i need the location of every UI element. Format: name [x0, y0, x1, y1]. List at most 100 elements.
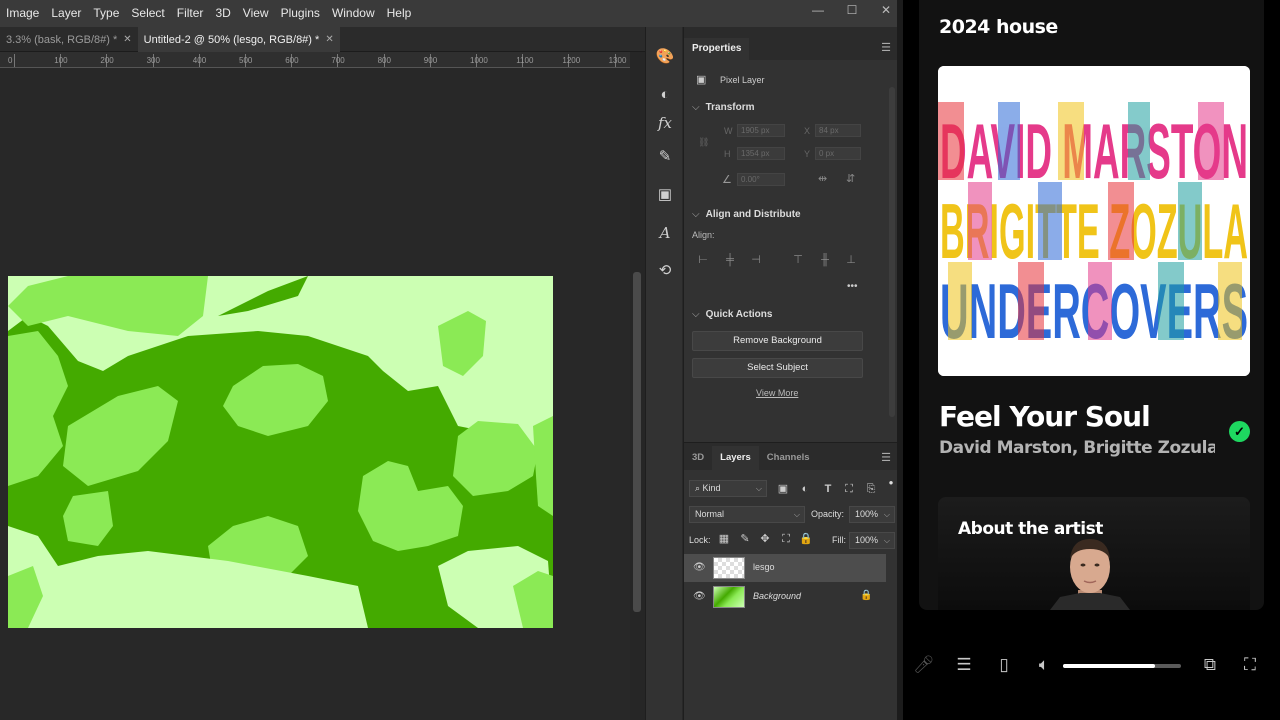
flip-vertical-icon[interactable]: ⇵: [846, 172, 855, 185]
menu-help[interactable]: Help: [381, 0, 418, 27]
minimize-button[interactable]: —: [801, 0, 835, 22]
microphone-icon[interactable]: 🎤︎: [913, 654, 935, 676]
libraries-icon[interactable]: ▣: [655, 185, 675, 205]
align-section[interactable]: ⌵ Align and Distribute: [692, 209, 801, 220]
fx-styles-icon[interactable]: fx: [655, 113, 675, 133]
playlist-title[interactable]: 2024 house: [939, 16, 1058, 38]
visibility-eye-icon[interactable]: 👁: [693, 562, 706, 574]
align-left-icon[interactable]: ⊢: [696, 253, 710, 267]
tab-layers[interactable]: Layers: [712, 446, 759, 470]
filter-smart-object-icon[interactable]: ⎘: [864, 482, 878, 496]
angle-field[interactable]: 0.00°: [737, 173, 785, 186]
miniplayer-icon[interactable]: ⧉: [1199, 654, 1221, 676]
menu-window[interactable]: Window: [326, 0, 381, 27]
ruler-tick-label: 400: [192, 56, 207, 65]
screen: Image Layer Type Select Filter 3D View P…: [0, 0, 1280, 720]
adjustments-icon[interactable]: ◐: [655, 85, 675, 105]
filter-toggle-icon[interactable]: ●: [884, 476, 898, 490]
align-bottom-icon[interactable]: ⊥: [844, 253, 858, 267]
close-icon[interactable]: ✕: [325, 28, 333, 52]
layer-filter-dropdown[interactable]: ⌕ Kind ⌵: [689, 480, 767, 497]
x-label: X: [804, 126, 811, 136]
scrollbar-thumb[interactable]: [633, 272, 641, 612]
volume-slider[interactable]: [1063, 664, 1181, 668]
about-artist-card[interactable]: About the artist: [938, 497, 1250, 610]
tab-3d[interactable]: 3D: [684, 446, 712, 470]
opacity-field[interactable]: 100% ⌵: [849, 506, 895, 523]
more-options-icon[interactable]: •••: [847, 281, 858, 292]
vertical-scrollbar[interactable]: [630, 52, 645, 720]
align-middle-v-icon[interactable]: ╫: [818, 253, 832, 267]
quick-actions-section[interactable]: ⌵ Quick Actions: [692, 309, 772, 320]
remove-background-button[interactable]: Remove Background: [692, 331, 863, 351]
menu-layer[interactable]: Layer: [45, 0, 87, 27]
select-subject-button[interactable]: Select Subject: [692, 358, 863, 378]
lock-all-icon[interactable]: 🔒: [799, 532, 813, 546]
document-canvas[interactable]: [8, 276, 553, 628]
ruler-tick-label: 500: [239, 56, 253, 65]
lock-artboard-icon[interactable]: ⛶: [779, 532, 793, 546]
transform-section[interactable]: ⌵ Transform: [692, 102, 755, 113]
fullscreen-icon[interactable]: ⛶: [1239, 654, 1261, 676]
filter-pixel-icon[interactable]: ▣: [776, 482, 790, 496]
saved-check-icon[interactable]: ✓: [1229, 421, 1250, 442]
y-field[interactable]: 0 px: [815, 147, 861, 160]
maximize-button[interactable]: ☐: [835, 0, 869, 22]
panel-menu-icon[interactable]: ☰: [881, 41, 891, 54]
link-icon[interactable]: ⛓: [698, 137, 709, 148]
layer-thumbnail: [713, 557, 745, 579]
tab-untitled-2[interactable]: Untitled-2 @ 50% (lesgo, RGB/8#) * ✕: [137, 27, 340, 52]
close-icon[interactable]: ✕: [123, 28, 131, 52]
filter-adjustment-icon[interactable]: ◐: [798, 482, 812, 496]
tab-channels[interactable]: Channels: [759, 446, 818, 470]
lock-position-icon[interactable]: ✥: [758, 532, 772, 546]
filter-shape-icon[interactable]: ⛶: [842, 482, 856, 496]
layer-name[interactable]: Background: [753, 591, 801, 601]
lock-transparent-icon[interactable]: ▦: [717, 532, 731, 546]
volume-slider-fill[interactable]: [1063, 664, 1156, 668]
layer-row-background[interactable]: 👁 Background 🔒: [684, 583, 886, 611]
queue-icon[interactable]: ☰: [953, 654, 975, 676]
connect-device-icon[interactable]: ▯: [993, 654, 1015, 676]
ruler-tick-label: 700: [331, 56, 345, 65]
ruler-tick-label: 1100: [516, 56, 534, 65]
character-icon[interactable]: A: [655, 223, 675, 243]
layer-row-lesgo[interactable]: 👁 lesgo: [684, 554, 886, 582]
menu-filter[interactable]: Filter: [171, 0, 210, 27]
menu-select[interactable]: Select: [125, 0, 170, 27]
align-right-icon[interactable]: ⊣: [749, 253, 763, 267]
height-field[interactable]: 1354 px: [737, 147, 785, 160]
menu-view[interactable]: View: [237, 0, 275, 27]
tab-bask[interactable]: 3.3% (bask, RGB/8#) * ✕: [0, 27, 138, 52]
x-field[interactable]: 84 px: [815, 124, 861, 137]
filter-type-icon[interactable]: T: [821, 482, 835, 496]
flip-horizontal-icon[interactable]: ⇹: [818, 172, 827, 185]
lock-image-icon[interactable]: ✎: [738, 532, 752, 546]
align-top-icon[interactable]: ⊤: [791, 253, 805, 267]
album-cover[interactable]: DAVID MARSTON BRIGITTE ZOZULA UNDERCOVER…: [938, 66, 1250, 376]
tab-properties[interactable]: Properties: [684, 38, 750, 60]
menu-type[interactable]: Type: [87, 0, 125, 27]
width-field[interactable]: 1905 px: [737, 124, 785, 137]
horizontal-ruler[interactable]: 0 100 200 300 400 500 600 700 800 900 1000 1100 1200…: [0, 52, 630, 68]
volume-icon[interactable]: 🔈︎: [1033, 654, 1055, 676]
menu-3d[interactable]: 3D: [209, 0, 236, 27]
visibility-eye-icon[interactable]: 👁: [693, 591, 706, 603]
fill-field[interactable]: 100% ⌵: [849, 532, 895, 549]
history-icon[interactable]: ⟲: [655, 261, 675, 281]
lock-icon[interactable]: 🔒: [860, 590, 872, 601]
song-title[interactable]: Feel Your Soul: [939, 400, 1151, 433]
view-more-link[interactable]: View More: [756, 388, 798, 398]
menu-bar: Image Layer Type Select Filter 3D View P…: [0, 0, 903, 27]
ruler-tick-label: 800: [377, 56, 391, 65]
properties-scrollbar[interactable]: [889, 87, 895, 417]
blend-mode-dropdown[interactable]: Normal ⌵: [689, 506, 805, 523]
palette-icon[interactable]: 🎨: [655, 47, 675, 67]
menu-plugins[interactable]: Plugins: [275, 0, 326, 27]
menu-image[interactable]: Image: [0, 0, 45, 27]
layer-name[interactable]: lesgo: [753, 562, 775, 572]
panel-menu-icon[interactable]: ☰: [881, 451, 891, 464]
brush-settings-icon[interactable]: ✎: [655, 147, 675, 167]
artist-names[interactable]: David Marston, Brigitte Zozula: [939, 438, 1215, 458]
align-center-h-icon[interactable]: ╪: [723, 253, 737, 267]
